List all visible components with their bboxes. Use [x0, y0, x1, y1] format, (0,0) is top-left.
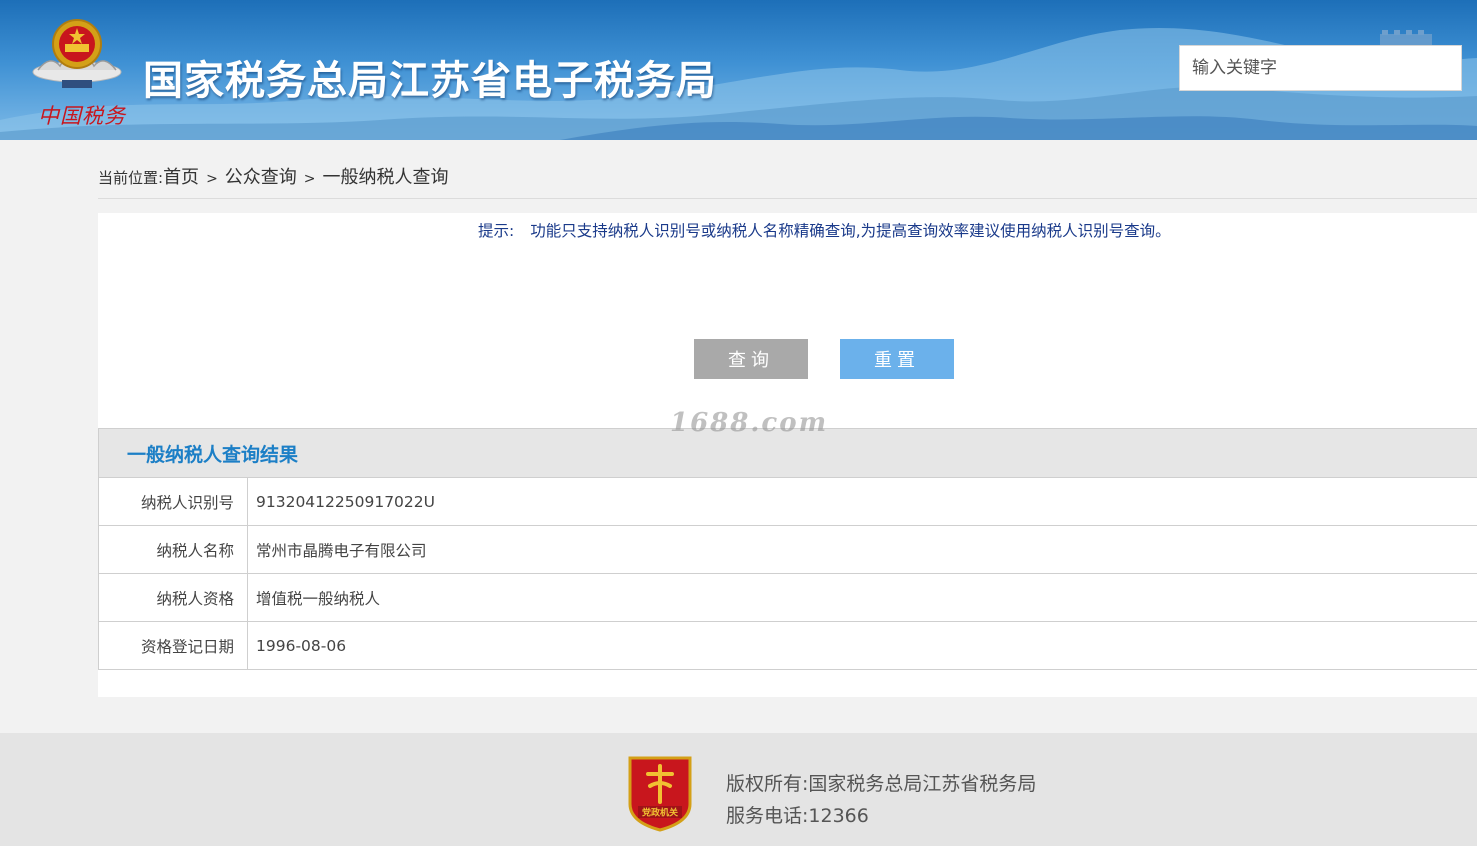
government-badge-icon[interactable]: 党政机关 — [626, 752, 694, 832]
reset-button[interactable]: 重置 — [840, 339, 954, 379]
breadcrumb-current-page: 一般纳税人查询 — [322, 167, 449, 188]
result-table: 一般纳税人查询结果 纳税人识别号 91320412250917022U 纳税人名… — [98, 428, 1477, 670]
row-label-taxpayer-id: 纳税人识别号 — [99, 478, 248, 525]
row-value-taxpayer-name: 常州市晶腾电子有限公司 — [256, 541, 427, 560]
site-header: 中国税务 国家税务总局江苏省电子税务局 — [0, 0, 1477, 140]
breadcrumb-home-link[interactable]: 首页 — [163, 163, 199, 189]
footer-service-phone: 服务电话:12366 — [726, 805, 869, 827]
keyword-search-input[interactable] — [1179, 45, 1462, 91]
footer-copyright: 版权所有:国家税务总局江苏省税务局 — [726, 773, 1037, 795]
china-tax-motto: 中国税务 — [38, 104, 126, 128]
row-value-taxpayer-id: 91320412250917022U — [256, 492, 435, 511]
breadcrumb-separator: > — [206, 171, 218, 187]
breadcrumb-separator: > — [303, 171, 316, 187]
table-row: 纳税人名称 常州市晶腾电子有限公司 — [98, 526, 1477, 574]
hint-text: 功能只支持纳税人识别号或纳税人名称精确查询,为提高查询效率建议使用纳税人识别号查… — [530, 222, 1171, 240]
national-emblem-icon — [32, 19, 122, 88]
query-hint: 提示: 功能只支持纳税人识别号或纳税人名称精确查询,为提高查询效率建议使用纳税人识… — [478, 219, 1171, 241]
site-title: 国家税务总局江苏省电子税务局 — [143, 58, 717, 104]
table-row: 资格登记日期 1996-08-06 — [98, 622, 1477, 670]
row-label-registration-date: 资格登记日期 — [99, 622, 248, 669]
footer-info: 版权所有:国家税务总局江苏省税务局 服务电话:12366 — [726, 768, 1036, 832]
hint-label: 提示: — [478, 222, 515, 240]
breadcrumb: 当前位置: 首页 > 公众查询 > 一般纳税人查询 — [98, 163, 449, 191]
badge-text: 党政机关 — [642, 807, 678, 819]
row-label-taxpayer-qualification: 纳税人资格 — [99, 574, 248, 621]
watermark: 1688.com — [670, 408, 829, 438]
table-row: 纳税人识别号 91320412250917022U — [98, 478, 1477, 526]
breadcrumb-public-query-link[interactable]: 公众查询 — [225, 163, 297, 189]
great-wall-tower-icon — [1380, 30, 1432, 46]
row-value-taxpayer-qualification: 增值税一般纳税人 — [256, 589, 381, 608]
row-value-registration-date: 1996-08-06 — [256, 636, 347, 655]
query-button[interactable]: 查询 — [694, 339, 808, 379]
breadcrumb-divider — [98, 198, 1477, 199]
row-label-taxpayer-name: 纳税人名称 — [99, 526, 248, 573]
table-row: 纳税人资格 增值税一般纳税人 — [98, 574, 1477, 622]
breadcrumb-label: 当前位置: — [98, 169, 164, 187]
